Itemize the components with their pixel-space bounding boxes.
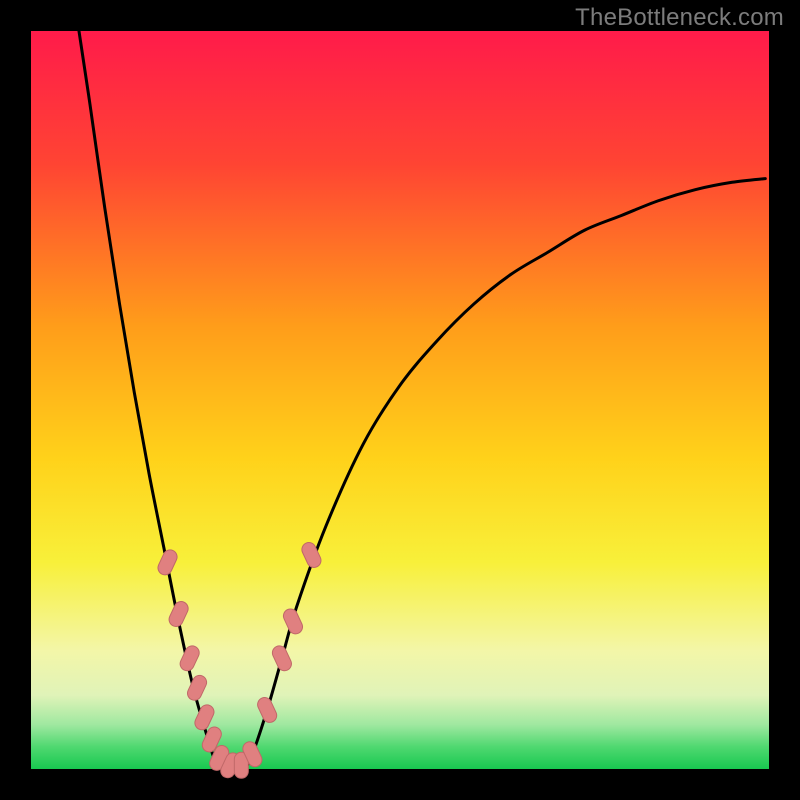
gradient-background <box>31 31 769 769</box>
chart-stage: TheBottleneck.com <box>0 0 800 800</box>
watermark-text: TheBottleneck.com <box>575 4 784 32</box>
bottleneck-chart <box>0 0 800 800</box>
